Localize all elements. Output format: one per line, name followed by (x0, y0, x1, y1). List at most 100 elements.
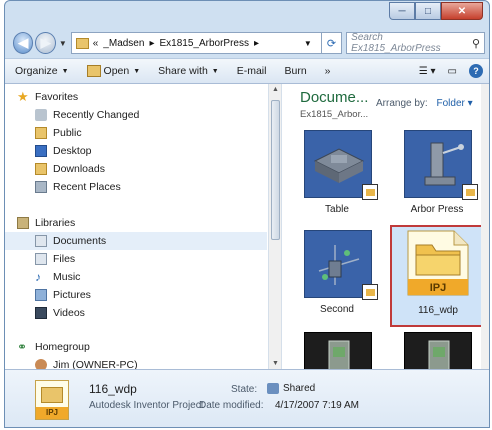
nav-item-recently-changed[interactable]: Recently Changed (35, 106, 139, 124)
shared-users-icon (267, 383, 279, 394)
burn-label: Burn (284, 65, 307, 77)
nav-item-pictures[interactable]: Pictures (35, 286, 91, 304)
file-tile-table[interactable]: Table (292, 128, 382, 228)
refresh-button[interactable]: ⟳ (321, 32, 343, 54)
breadcrumb-separator[interactable]: ▸ (254, 38, 259, 49)
nav-scrollbar[interactable]: ▲ ▼ (269, 84, 282, 369)
burn-button[interactable]: Burn (284, 65, 306, 77)
arrange-dropdown[interactable]: Folder ▾ (436, 98, 472, 109)
nav-item-jim-owner-pc[interactable]: Jim (OWNER-PC) (35, 356, 138, 369)
caption-buttons: ─ □ ✕ (389, 2, 483, 20)
organize-button[interactable]: Organize ▼ (15, 65, 69, 77)
folder-icon (35, 127, 47, 139)
nav-item-label: Desktop (53, 145, 92, 157)
nav-item-documents[interactable]: Documents (5, 232, 267, 250)
more-commands-button[interactable]: » (325, 65, 331, 77)
file-tile-partial-1[interactable] (292, 330, 382, 369)
more-label: » (324, 65, 331, 77)
close-button[interactable]: ✕ (441, 2, 483, 20)
homegroup-icon: ⚭ (17, 340, 28, 354)
share-with-label: Share with (158, 65, 208, 77)
pictures-icon (35, 289, 47, 301)
file-tile-116-wdp[interactable]: IPJ 116_wdp (390, 225, 486, 327)
details-state-label: State: (231, 384, 258, 395)
breadcrumb-separator[interactable]: ▸ (149, 38, 154, 49)
file-tile-second[interactable]: Second (292, 228, 382, 328)
nav-item-label: Music (53, 271, 81, 283)
model-thumbnail (404, 332, 472, 369)
details-file-type: Autodesk Inventor Project (89, 400, 204, 411)
share-with-button[interactable]: Share with ▼ (158, 65, 219, 77)
breadcrumb-ex1815[interactable]: Ex1815_ArborPress (159, 38, 249, 49)
nav-item-label: Pictures (53, 289, 91, 301)
help-icon[interactable]: ? (469, 64, 483, 78)
file-tile-arbor-press[interactable]: Arbor Press (392, 128, 482, 228)
chevron-down-icon: ▼ (61, 67, 69, 75)
nav-item-label: Recently Changed (53, 109, 140, 121)
folder-icon (41, 387, 63, 403)
library-title: Docume... (300, 89, 369, 106)
nav-item-label: Videos (53, 307, 85, 319)
search-icon[interactable]: ⚲ (472, 37, 480, 50)
recent-pages-dropdown[interactable]: ▼ (59, 39, 67, 48)
search-input[interactable]: Search Ex1815_ArborPress ⚲ (346, 32, 485, 54)
library-subtitle: Ex1815_Arbor... (300, 109, 369, 120)
email-label: E-mail (236, 65, 267, 77)
email-button[interactable]: E-mail (237, 65, 267, 77)
nav-item-music[interactable]: ♪ Music (35, 268, 80, 286)
scroll-up-icon[interactable]: ▲ (272, 86, 279, 93)
file-label: Second (320, 304, 354, 315)
details-date-label: Date modified: (199, 400, 264, 411)
nav-item-files[interactable]: Files (35, 250, 75, 268)
nav-item-label: Files (53, 253, 76, 265)
chevron-down-icon: ▼ (133, 67, 141, 75)
minimize-button[interactable]: ─ (389, 2, 415, 20)
downloads-icon (35, 163, 47, 175)
nav-item-label: Jim (OWNER-PC) (53, 359, 138, 369)
open-label: Open (103, 65, 130, 77)
nav-item-public[interactable]: Public (35, 124, 82, 142)
view-options-icon[interactable]: ☰ ▾ (419, 66, 436, 77)
scrollbar-thumb[interactable] (271, 100, 280, 240)
forward-arrow-icon: ▶ (40, 35, 51, 50)
file-tile-partial-2[interactable] (392, 330, 482, 369)
nav-item-label: Recent Places (53, 181, 121, 193)
address-dropdown-icon[interactable]: ▼ (304, 39, 312, 48)
maximize-button[interactable]: □ (415, 2, 441, 20)
ipj-icon-text: IPJ (430, 282, 447, 294)
nav-libraries[interactable]: Libraries (17, 214, 75, 232)
details-file-name: 116_wdp (89, 382, 137, 396)
nav-homegroup[interactable]: ⚭ Homegroup (17, 338, 90, 356)
nav-item-label: Documents (53, 235, 107, 247)
search-placeholder: Search Ex1815_ArborPress (351, 32, 441, 54)
files-icon (35, 253, 47, 265)
breadcrumb-overflow[interactable]: « (93, 38, 99, 49)
arrange-label: Arrange by: (376, 98, 428, 109)
nav-favorites[interactable]: ★ Favorites (17, 88, 78, 106)
forward-button[interactable]: ▶ (35, 32, 56, 54)
file-label: Arbor Press (410, 204, 464, 215)
address-bar[interactable]: « _Madsen ▸ Ex1815_ArborPress ▸ ▼ (70, 32, 322, 54)
arrange-value: Folder (436, 98, 465, 109)
file-view: Docume... Ex1815_Arbor... Arrange by: Fo… (282, 84, 489, 369)
libraries-icon (17, 217, 29, 229)
toolbar-right: ☰ ▾ ▭ ? (407, 64, 483, 78)
file-label: 116_wdp (418, 305, 458, 316)
machine-model-icon (328, 340, 350, 369)
open-button[interactable]: Open ▼ (86, 65, 141, 77)
nav-item-downloads[interactable]: Downloads (35, 160, 105, 178)
content-scrollbar[interactable] (481, 84, 489, 369)
nav-item-desktop[interactable]: Desktop (35, 142, 92, 160)
back-button[interactable]: ◀ (13, 32, 34, 54)
videos-icon (35, 307, 47, 319)
music-icon: ♪ (35, 270, 41, 284)
details-state-value: Shared (267, 383, 315, 394)
preview-pane-icon[interactable]: ▭ (448, 66, 457, 77)
breadcrumb-madsen[interactable]: _Madsen (103, 38, 144, 49)
nav-item-recent-places[interactable]: Recent Places (35, 178, 121, 196)
scroll-down-icon[interactable]: ▼ (272, 360, 279, 367)
nav-item-videos[interactable]: Videos (35, 304, 85, 322)
folder-icon (75, 37, 89, 49)
recently-changed-icon (35, 109, 47, 121)
inventor-file-badge-icon (462, 184, 478, 200)
